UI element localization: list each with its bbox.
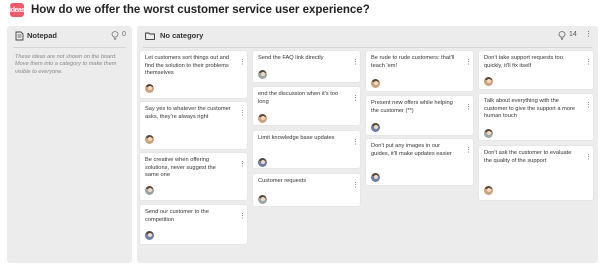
author-avatar <box>371 79 380 88</box>
idea-text: Customer requests <box>258 178 307 184</box>
idea-card[interactable]: Customer requests ⋮ <box>253 174 360 206</box>
card-menu-icon[interactable]: ⋮ <box>585 102 592 109</box>
lightbulb-icon <box>111 31 119 40</box>
idea-card[interactable]: Send our customer to the competition ⋮ <box>140 205 247 244</box>
author-avatar <box>258 158 267 167</box>
idea-card[interactable]: Send the FAQ link directly ⋮ <box>253 51 360 82</box>
idea-card[interactable]: end the discussion when it's too long ⋮ <box>253 87 360 125</box>
notepad-panel: Notepad 0 These ideas are not shown on t… <box>7 26 132 263</box>
author-avatar <box>484 186 493 195</box>
card-menu-icon[interactable]: ⋮ <box>465 147 472 154</box>
author-avatar <box>258 114 267 123</box>
author-avatar <box>145 231 154 240</box>
notepad-divider <box>13 47 126 48</box>
idea-card[interactable]: Don't put any images in our guides, it'l… <box>366 139 473 185</box>
card-menu-icon[interactable]: ⋮ <box>352 182 359 189</box>
card-menu-icon[interactable]: ⋮ <box>465 59 472 66</box>
idea-text: Don't put any images in our guides, it'l… <box>371 143 452 157</box>
lightbulb-icon <box>558 31 566 40</box>
idea-card[interactable]: Say yes to whatever the customer asks, t… <box>140 102 247 149</box>
author-avatar <box>145 186 154 195</box>
card-menu-icon[interactable]: ⋮ <box>239 110 246 117</box>
category-header: No category 14 ⋮ <box>137 26 598 46</box>
idea-card[interactable]: Present new offers while helping the cus… <box>366 96 473 135</box>
category-idea-count: 14 <box>569 31 577 38</box>
card-menu-icon[interactable]: ⋮ <box>239 213 246 220</box>
notepad-icon <box>15 31 24 41</box>
card-menu-icon[interactable]: ⋮ <box>239 59 246 66</box>
author-avatar <box>484 129 493 138</box>
author-avatar <box>145 84 154 93</box>
idea-text: Present new offers while helping the cus… <box>371 100 453 114</box>
idea-card[interactable]: Let customers sort things out and find t… <box>140 51 247 98</box>
idea-card[interactable]: Talk about everything with the customer … <box>479 94 593 140</box>
idea-text: Send the FAQ link directly <box>258 55 324 61</box>
idea-text: Let customers sort things out and find t… <box>145 55 230 76</box>
notepad-idea-count: 0 <box>122 31 126 38</box>
author-avatar <box>145 135 154 144</box>
category-menu-icon[interactable]: ⋮ <box>585 31 592 39</box>
author-avatar <box>258 195 267 204</box>
notepad-header: Notepad 0 <box>7 26 132 46</box>
category-divider <box>143 47 592 48</box>
author-avatar <box>371 173 380 182</box>
idea-card[interactable]: Don't take support requests too quickly,… <box>479 51 593 89</box>
idea-text: Limit knowledge base updates <box>258 135 335 141</box>
author-avatar <box>484 77 493 86</box>
idea-text: Don't take support requests too quickly,… <box>484 55 563 69</box>
app-logo[interactable]: ideas <box>9 3 25 17</box>
idea-card[interactable]: Be rude to rude customers: that'll teach… <box>366 51 473 91</box>
idea-text: Talk about everything with the customer … <box>484 98 576 119</box>
notepad-title: Notepad <box>27 31 57 40</box>
card-menu-icon[interactable]: ⋮ <box>465 104 472 111</box>
notepad-hint: These ideas are not shown on the board. … <box>15 54 117 75</box>
card-menu-icon[interactable]: ⋮ <box>352 95 359 102</box>
author-avatar <box>371 123 380 132</box>
card-menu-icon[interactable]: ⋮ <box>585 59 592 66</box>
idea-card[interactable]: Be creative when offering solutions, nev… <box>140 153 247 200</box>
idea-card[interactable]: Don't ask the customer to evaluate the q… <box>479 146 593 200</box>
idea-text: Don't ask the customer to evaluate the q… <box>484 150 572 164</box>
idea-text: Be rude to rude customers: that'll teach… <box>371 55 455 69</box>
idea-card[interactable]: Limit knowledge base updates ⋮ <box>253 131 360 168</box>
category-title[interactable]: No category <box>160 31 203 40</box>
card-menu-icon[interactable]: ⋮ <box>352 139 359 146</box>
idea-text: Be creative when offering solutions, nev… <box>145 157 216 178</box>
card-menu-icon[interactable]: ⋮ <box>352 59 359 66</box>
category-panel: No category 14 ⋮ Let customers sort thin… <box>137 26 598 263</box>
card-menu-icon[interactable]: ⋮ <box>239 161 246 168</box>
idea-text: Say yes to whatever the customer asks, t… <box>145 106 231 120</box>
folder-icon <box>145 32 155 40</box>
author-avatar <box>258 70 267 79</box>
idea-text: end the discussion when it's too long <box>258 91 339 105</box>
board-header: ideas How do we offer the worst customer… <box>0 0 600 22</box>
idea-text: Send our customer to the competition <box>145 209 209 223</box>
card-menu-icon[interactable]: ⋮ <box>585 154 592 161</box>
board-title: How do we offer the worst customer servi… <box>31 4 370 16</box>
